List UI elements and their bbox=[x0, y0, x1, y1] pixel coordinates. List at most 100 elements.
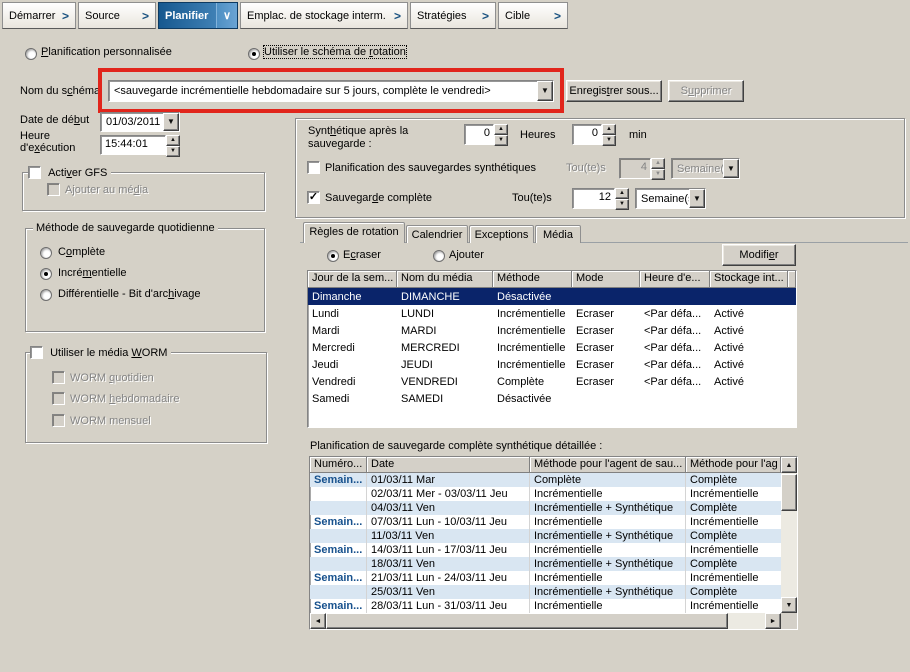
wizard-tab-strategies[interactable]: Stratégies > bbox=[410, 2, 496, 29]
overwrite-radio[interactable] bbox=[327, 250, 339, 262]
tab-media[interactable]: Média bbox=[535, 225, 581, 243]
wizard-tab-demarrer[interactable]: Démarrer > bbox=[2, 2, 76, 29]
gfs-enable-checkbox[interactable]: ✓ bbox=[28, 166, 41, 179]
table-row[interactable]: Lundi LUNDI Incrémentielle Ecraser <Par défa… bbox=[308, 305, 796, 322]
tab-calendrier[interactable]: Calendrier bbox=[406, 225, 468, 243]
gfs-append-checkbox[interactable]: ✓ bbox=[47, 183, 60, 196]
method-differential-radio[interactable] bbox=[40, 289, 52, 301]
custom-plan-radio[interactable] bbox=[25, 48, 37, 60]
spin-down-icon[interactable]: ▼ bbox=[615, 199, 629, 210]
horizontal-scrollbar-thumb[interactable] bbox=[326, 613, 728, 629]
col-header-heure[interactable]: Heure d'e... bbox=[640, 271, 710, 288]
scroll-right-icon[interactable]: ► bbox=[765, 613, 781, 629]
scroll-down-icon[interactable]: ▼ bbox=[781, 597, 797, 613]
full-backup-unit-dropdown[interactable]: Semaine(s) ▼ bbox=[635, 188, 706, 209]
tab-exceptions[interactable]: Exceptions bbox=[469, 225, 534, 243]
vertical-scrollbar[interactable]: ▲ ▼ bbox=[781, 457, 797, 613]
daily-method-title: Méthode de sauvegarde quotidienne bbox=[33, 222, 218, 234]
worm-enable-checkbox[interactable]: ✓ bbox=[30, 346, 43, 359]
col-header-agent2-method[interactable]: Méthode pour l'ag bbox=[686, 457, 781, 473]
table-row[interactable]: Semain... 21/03/11 Lun - 24/03/11 Jeu Incr… bbox=[310, 571, 781, 585]
col-header-date[interactable]: Date bbox=[367, 457, 530, 473]
col-header-jour[interactable]: Jour de la sem... bbox=[308, 271, 397, 288]
table-row[interactable]: Mercredi MERCREDI Incrémentielle Ecraser <Pa… bbox=[308, 339, 796, 356]
tab-regles-de-rotation[interactable]: Règles de rotation bbox=[303, 222, 405, 243]
table-row[interactable]: Mardi MARDI Incrémentielle Ecraser <Par défa… bbox=[308, 322, 796, 339]
wizard-tab-source[interactable]: Source > bbox=[78, 2, 156, 29]
synthetic-after-label-line1: Synthétique après la bbox=[308, 125, 409, 137]
worm-monthly-checkbox[interactable]: ✓ bbox=[52, 414, 65, 427]
start-date-combobox[interactable]: 01/03/2011 ▼ bbox=[100, 112, 180, 132]
col-header-stockage[interactable]: Stockage int... bbox=[710, 271, 788, 288]
table-row[interactable]: Samedi SAMEDI Désactivée bbox=[308, 390, 796, 407]
delete-label: Supprimer bbox=[680, 85, 732, 97]
table-row[interactable]: Semain... 14/03/11 Lun - 17/03/11 Jeu Incr… bbox=[310, 543, 781, 557]
synthetic-hours-spinner[interactable]: 0 ▲ ▼ bbox=[464, 124, 508, 146]
tab-media-label: Média bbox=[543, 229, 573, 241]
col-header-numero[interactable]: Numéro... bbox=[310, 457, 367, 473]
dropdown-arrow-icon[interactable]: ▼ bbox=[723, 159, 739, 178]
wizard-tab-stockage[interactable]: Emplac. de stockage interm. > bbox=[240, 2, 408, 29]
modify-button[interactable]: Modifier bbox=[722, 244, 796, 266]
worm-weekly-checkbox[interactable]: ✓ bbox=[52, 392, 65, 405]
col-header-agent-method[interactable]: Méthode pour l'agent de sau... bbox=[530, 457, 686, 473]
table-row[interactable]: Semain... 01/03/11 Mar Complète Complète bbox=[310, 473, 781, 487]
table-row[interactable]: 11/03/11 Ven Incrémentielle + Synthétique… bbox=[310, 529, 781, 543]
synthetic-plan-spinner[interactable]: 4 ▲ ▼ bbox=[619, 158, 665, 180]
dropdown-arrow-icon[interactable]: ▼ bbox=[163, 113, 179, 131]
synthetic-plan-unit-dropdown[interactable]: Semaine(s) ▼ bbox=[671, 158, 740, 179]
rotation-plan-radio[interactable] bbox=[248, 48, 260, 60]
hours-label: Heures bbox=[520, 129, 556, 141]
col-header-media[interactable]: Nom du média bbox=[397, 271, 493, 288]
spin-up-icon[interactable]: ▲ bbox=[494, 124, 508, 135]
table-row[interactable]: 18/03/11 Ven Incrémentielle + Synthétique… bbox=[310, 557, 781, 571]
wizard-tab-planifier-active[interactable]: Planifier ∨ bbox=[158, 2, 238, 29]
spin-up-icon[interactable]: ▲ bbox=[602, 124, 616, 135]
spin-down-icon[interactable]: ▼ bbox=[602, 135, 616, 146]
append-label: Ajouter bbox=[449, 249, 484, 261]
custom-plan-label: Planification personnalisée bbox=[41, 46, 172, 58]
append-radio[interactable] bbox=[433, 250, 445, 262]
save-as-button[interactable]: Enregistrer sous... bbox=[566, 80, 662, 102]
table-row[interactable]: Semain... 28/03/11 Lun - 31/03/11 Jeu Incr… bbox=[310, 599, 781, 613]
table-row[interactable]: Dimanche DIMANCHE Désactivée bbox=[308, 288, 796, 305]
table-row[interactable]: Semain... 07/03/11 Lun - 10/03/11 Jeu Incr… bbox=[310, 515, 781, 529]
table-row[interactable]: 25/03/11 Ven Incrémentielle + Synthétique… bbox=[310, 585, 781, 599]
table-row[interactable]: Vendredi VENDREDI Complète Ecraser <Par défa… bbox=[308, 373, 796, 390]
table-row[interactable]: 02/03/11 Mer - 03/03/11 Jeu Incrémentiell… bbox=[310, 487, 781, 501]
table-row[interactable]: Jeudi JEUDI Incrémentielle Ecraser <Par défa… bbox=[308, 356, 796, 373]
col-header-methode[interactable]: Méthode bbox=[493, 271, 572, 288]
spin-up-icon[interactable]: ▲ bbox=[615, 188, 629, 199]
delete-button[interactable]: Supprimer bbox=[668, 80, 744, 102]
spin-up-icon[interactable]: ▲ bbox=[166, 135, 180, 146]
synthetic-min-spinner[interactable]: 0 ▲ ▼ bbox=[572, 124, 616, 146]
overwrite-label: Ecraser bbox=[343, 249, 381, 261]
dropdown-arrow-icon[interactable]: ▼ bbox=[537, 81, 553, 101]
schema-name-combobox[interactable]: <sauvegarde incrémentielle hebdomadaire … bbox=[108, 80, 554, 102]
spin-down-icon[interactable]: ▼ bbox=[651, 169, 665, 180]
col-header-mode[interactable]: Mode bbox=[572, 271, 640, 288]
method-complete-radio[interactable] bbox=[40, 247, 52, 259]
wizard-tab-cible[interactable]: Cible > bbox=[498, 2, 568, 29]
synthetic-after-label-line2: sauvegarde : bbox=[308, 138, 372, 150]
horizontal-scrollbar[interactable]: ◄ ► bbox=[310, 613, 781, 629]
exec-time-label-line1: Heure bbox=[20, 130, 50, 142]
min-label: min bbox=[629, 129, 647, 141]
modify-label: Modifier bbox=[739, 249, 779, 261]
gfs-enable-label: Activer GFS bbox=[48, 166, 108, 179]
full-backup-spinner[interactable]: 12 ▲ ▼ bbox=[572, 188, 629, 210]
vertical-scrollbar-thumb[interactable] bbox=[781, 474, 797, 511]
full-backup-checkbox[interactable]: ✓ bbox=[307, 191, 320, 204]
synthetic-plan-checkbox[interactable]: ✓ bbox=[307, 161, 320, 174]
spin-down-icon[interactable]: ▼ bbox=[494, 135, 508, 146]
spin-down-icon[interactable]: ▼ bbox=[166, 146, 180, 157]
table-row[interactable]: 04/03/11 Ven Incrémentielle + Synthétique… bbox=[310, 501, 781, 515]
full-backup-value: 12 bbox=[572, 188, 615, 209]
dropdown-arrow-icon[interactable]: ▼ bbox=[689, 189, 705, 208]
spin-up-icon[interactable]: ▲ bbox=[651, 158, 665, 169]
worm-daily-checkbox[interactable]: ✓ bbox=[52, 371, 65, 384]
scroll-up-icon[interactable]: ▲ bbox=[781, 457, 797, 473]
exec-time-spinner[interactable]: 15:44:01 ▲ ▼ bbox=[100, 135, 180, 157]
scroll-left-icon[interactable]: ◄ bbox=[310, 613, 326, 629]
method-incremental-radio[interactable] bbox=[40, 268, 52, 280]
